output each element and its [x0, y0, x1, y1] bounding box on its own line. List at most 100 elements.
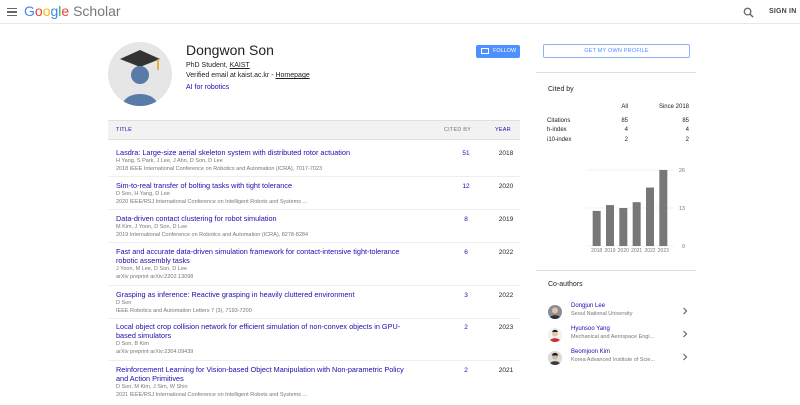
coauthor-item[interactable]: Dongjun Lee Seoul National University: [544, 302, 692, 326]
profile-avatar: [108, 42, 172, 106]
chart-bar-2022: [646, 187, 654, 246]
cited-count[interactable]: 2: [456, 324, 476, 331]
table-row: Lasdra: Large-size aerial skeleton syste…: [108, 148, 520, 177]
interest-link[interactable]: AI for robotics: [186, 84, 229, 91]
top-bar: Google Scholar SIGN IN: [0, 0, 800, 24]
google-scholar-logo[interactable]: Google Scholar: [24, 3, 121, 19]
publication-venue: arXiv preprint arXiv:2202.13098: [116, 274, 194, 280]
stats-all: 4: [624, 127, 628, 133]
coauthor-item[interactable]: Beomjoon Kim Korea Advanced Institute of…: [544, 348, 692, 372]
table-row: Reinforcement Learning for Vision-based …: [108, 365, 520, 405]
chart-bar-2018: [592, 210, 601, 246]
email-icon: [481, 48, 489, 54]
table-row: Sim-to-real transfer of bolting tasks wi…: [108, 181, 520, 210]
coauthor-name[interactable]: Dongjun Lee: [571, 303, 605, 309]
profile-position: PhD Student,: [186, 62, 228, 69]
stats-label[interactable]: h-index: [547, 127, 567, 133]
publication-title[interactable]: Grasping as inference: Reactive grasping…: [116, 290, 406, 299]
coauthor-affiliation: Seoul National University: [571, 311, 633, 317]
y-tick-label: 13: [679, 206, 685, 212]
publication-venue: 2020 IEEE/RSJ International Conference o…: [116, 199, 308, 205]
stats-since: 2: [685, 136, 689, 143]
publication-authors: D Son, M Kim, J Sim, W Shin: [116, 384, 188, 390]
stats-label[interactable]: i10-index: [547, 137, 571, 143]
title-sort[interactable]: TITLE: [116, 127, 132, 133]
coauthor-affiliation: Korea Advanced Institute of Scie...: [571, 357, 656, 363]
table-row: Data-driven contact clustering for robot…: [108, 214, 520, 243]
publication-authors: D Son, H Yang, D Lee: [116, 191, 170, 197]
chevron-right-icon: [683, 330, 688, 338]
col-since: Since 2018: [658, 104, 689, 110]
publication-year: 2020: [498, 183, 514, 190]
publication-year: 2021: [498, 367, 514, 374]
follow-label: FOLLOW: [493, 48, 517, 54]
y-tick-label: 26: [679, 168, 685, 174]
x-tick-label: 2020: [618, 248, 629, 254]
x-tick-label: 2021: [631, 248, 642, 254]
coauthors-title: Co-authors: [548, 281, 583, 288]
publication-authors: H Yang, S Park, J Lee, J Ahn, D Son, D L…: [116, 158, 223, 164]
x-tick-label: 2023: [658, 248, 669, 254]
coauthor-name[interactable]: Beomjoon Kim: [571, 349, 610, 355]
publication-title[interactable]: Local object crop collision network for …: [116, 322, 406, 340]
email-text: Verified email at kaist.ac.kr -: [186, 72, 274, 79]
sign-in-button[interactable]: SIGN IN: [769, 8, 796, 15]
stats-label[interactable]: Citations: [547, 118, 570, 124]
stats-since: 4: [685, 127, 689, 133]
follow-button[interactable]: FOLLOW: [476, 45, 520, 58]
chart-bar-2021: [632, 202, 641, 246]
publication-venue: IEEE Robotics and Automation Letters 7 (…: [116, 308, 252, 314]
divider: [536, 270, 696, 271]
citation-stats-table: All Since 2018 Citations 85 85 h-index 4…: [547, 104, 689, 146]
cited-count[interactable]: 2: [456, 367, 476, 374]
stats-all: 85: [621, 117, 628, 124]
table-row: Grasping as inference: Reactive grasping…: [108, 290, 520, 319]
cited-count[interactable]: 8: [456, 216, 476, 223]
publication-venue: 2019 International Conference on Robotic…: [116, 232, 309, 238]
publication-title[interactable]: Fast and accurate data-driven simulation…: [116, 247, 406, 265]
coauthor-item[interactable]: Hyunsoo Yang Mechanical and Aerospace En…: [544, 325, 692, 349]
publication-venue: 2021 IEEE/RSJ International Conference o…: [116, 392, 308, 398]
institution-link[interactable]: KAIST: [230, 62, 250, 69]
cited-count[interactable]: 51: [456, 150, 476, 157]
stats-since: 85: [682, 117, 689, 124]
publication-year: 2023: [498, 324, 514, 331]
table-row: Local object crop collision network for …: [108, 322, 520, 361]
publication-title[interactable]: Data-driven contact clustering for robot…: [116, 214, 406, 223]
homepage-link[interactable]: Homepage: [275, 72, 309, 79]
publication-authors: M Kim, J Yoon, D Son, D Lee: [116, 224, 188, 230]
publication-title[interactable]: Reinforcement Learning for Vision-based …: [116, 365, 406, 383]
coauthor-avatar: [548, 305, 562, 319]
x-tick-label: 2019: [604, 248, 615, 254]
stats-row: Citations 85 85: [547, 118, 689, 128]
publication-title[interactable]: Sim-to-real transfer of bolting tasks wi…: [116, 181, 406, 190]
coauthor-name[interactable]: Hyunsoo Yang: [571, 326, 610, 332]
stats-row: h-index 4 4: [547, 127, 689, 137]
citations-bar-chart: 26 13 0 2018 2019 2020 2021 2022 2023: [586, 168, 685, 254]
publication-venue: arXiv preprint arXiv:2304.09439: [116, 349, 194, 355]
year-sort[interactable]: YEAR: [495, 127, 511, 133]
profile-name: Dongwon Son: [186, 42, 274, 58]
search-icon[interactable]: [743, 7, 754, 18]
coauthor-avatar: [548, 328, 562, 342]
coauthor-avatar: [548, 351, 562, 365]
cited-count[interactable]: 12: [456, 183, 476, 190]
chevron-right-icon: [683, 307, 688, 315]
y-tick-label: 0: [682, 244, 685, 250]
cited-count[interactable]: 6: [456, 249, 476, 256]
get-my-own-profile-button[interactable]: GET MY OWN PROFILE: [543, 44, 690, 58]
publication-title[interactable]: Lasdra: Large-size aerial skeleton syste…: [116, 148, 406, 157]
publication-year: 2019: [498, 216, 514, 223]
publication-year: 2022: [498, 292, 514, 299]
cited-count[interactable]: 3: [456, 292, 476, 299]
profile-affiliation: PhD Student, KAIST: [186, 62, 250, 69]
publication-authors: D Son: [116, 300, 132, 306]
publication-authors: J Yoon, M Lee, D Son, D Lee: [116, 266, 187, 272]
publication-year: 2018: [498, 150, 514, 157]
col-all: All: [621, 104, 628, 110]
stats-row: i10-index 2 2: [547, 137, 689, 147]
menu-icon[interactable]: [7, 8, 17, 16]
profile-email: Verified email at kaist.ac.kr - Homepage: [186, 72, 310, 79]
cited-by-title: Cited by: [548, 86, 574, 93]
chevron-right-icon: [683, 353, 688, 361]
